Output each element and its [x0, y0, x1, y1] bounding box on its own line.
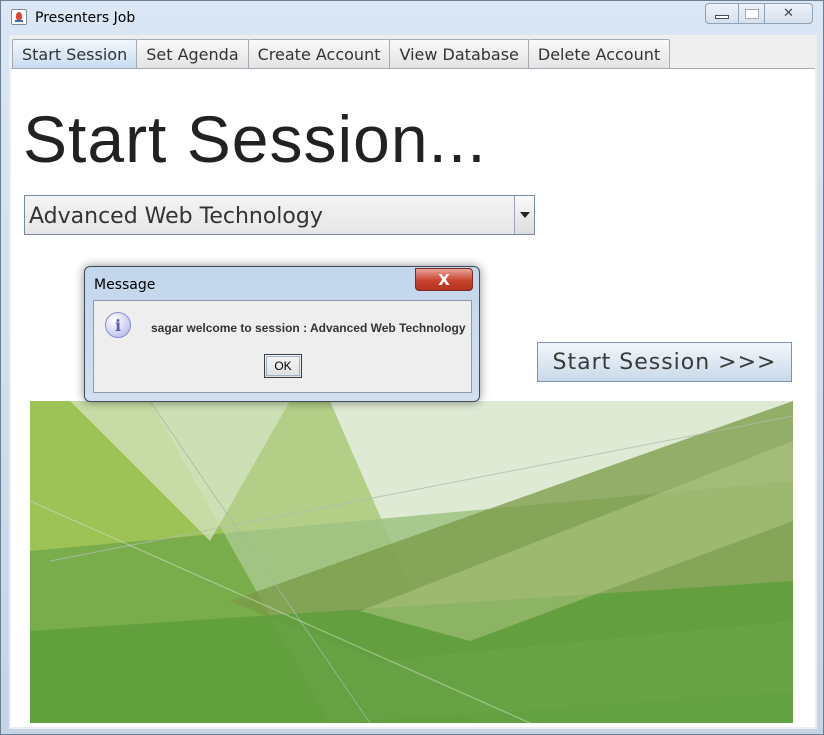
session-select[interactable]: Advanced Web Technology: [24, 195, 535, 235]
info-icon: i: [105, 312, 131, 338]
page-title: Start Session...: [23, 102, 487, 176]
tab-strip: Start Session Set Agenda Create Account …: [12, 39, 671, 69]
window-controls: ✕: [705, 3, 813, 25]
session-select-value: Advanced Web Technology: [29, 204, 323, 229]
ok-button[interactable]: OK: [264, 354, 302, 378]
close-icon: ✕: [783, 6, 794, 21]
dialog-message: sagar welcome to session : Advanced Web …: [151, 321, 466, 335]
minimize-button[interactable]: [705, 3, 739, 24]
tab-set-agenda[interactable]: Set Agenda: [136, 39, 249, 68]
close-icon: X: [438, 270, 450, 289]
tab-start-session[interactable]: Start Session: [12, 39, 138, 68]
tab-label: Create Account: [257, 44, 381, 64]
close-button[interactable]: ✕: [765, 3, 813, 24]
tab-label: View Database: [399, 44, 519, 64]
start-session-button[interactable]: Start Session >>>: [537, 342, 792, 382]
abstract-background-image: [30, 401, 793, 723]
maximize-icon: [744, 8, 759, 19]
tab-label: Start Session: [22, 44, 128, 64]
window-title: Presenters Job: [35, 10, 136, 26]
dialog-close-button[interactable]: X: [415, 268, 473, 291]
tab-delete-account[interactable]: Delete Account: [527, 39, 671, 68]
maximize-button[interactable]: [739, 3, 765, 24]
minimize-icon: [715, 14, 729, 19]
tab-label: Set Agenda: [146, 44, 239, 64]
session-select-toggle[interactable]: [514, 196, 534, 234]
title-bar[interactable]: Presenters Job ✕: [1, 1, 823, 35]
tab-view-database[interactable]: View Database: [389, 39, 529, 68]
tab-label: Delete Account: [537, 44, 661, 64]
tab-create-account[interactable]: Create Account: [247, 39, 391, 68]
chevron-down-icon: [519, 212, 530, 218]
decorative-green-artwork: [30, 401, 793, 723]
dialog-body: i sagar welcome to session : Advanced We…: [93, 300, 472, 393]
java-cup-icon: [11, 9, 27, 25]
message-dialog: Message X i sagar welcome to session : A…: [84, 266, 480, 402]
dialog-title: Message: [94, 277, 156, 293]
